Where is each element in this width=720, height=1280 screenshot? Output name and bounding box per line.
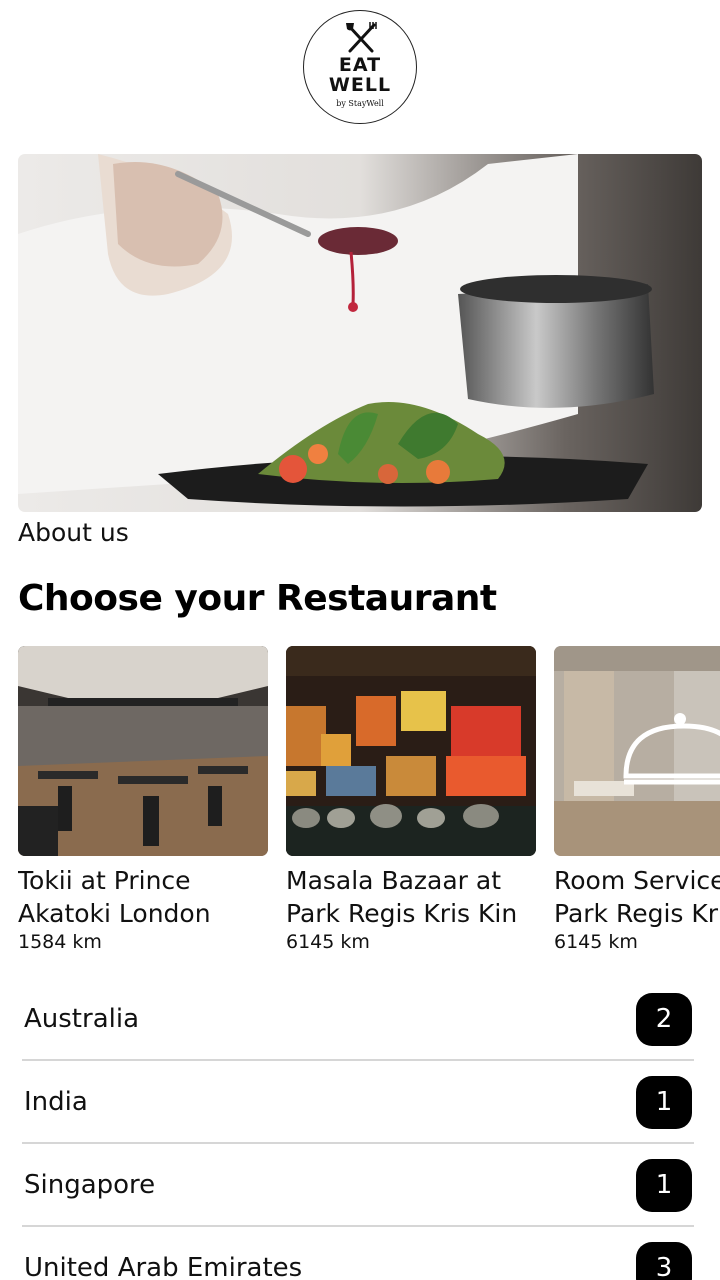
restaurant-distance: 6145 km [286,931,370,953]
restaurant-name-line2: Park Regis Kri [554,899,720,928]
count-badge: 1 [636,1076,692,1129]
country-name: India [24,1087,88,1117]
room-service-photo [554,646,720,856]
restaurant-name-line2: Akatoki London [18,899,211,928]
restaurant-interior-photo [18,646,268,856]
restaurant-card[interactable]: Masala Bazaar at Park Regis Kris Kin 614… [286,646,536,953]
count-badge: 2 [636,993,692,1046]
logo-well-text: WELL [328,74,392,96]
country-row-india[interactable]: India 1 [22,1061,694,1144]
restaurant-name: Masala Bazaar at [286,866,502,895]
country-name: Australia [24,1004,140,1034]
restaurant-card[interactable]: Room Service Park Regis Kri 6145 km [554,646,720,953]
restaurant-carousel[interactable]: Tokii at Prince Akatoki London 1584 km M… [18,646,720,966]
restaurant-distance: 1584 km [18,931,102,953]
eat-well-logo: EAT WELL by StayWell [303,10,417,124]
logo-eat-text: EAT [338,54,382,76]
country-row-uae[interactable]: United Arab Emirates 3 [22,1227,694,1280]
crossed-cutlery-icon [346,22,377,53]
about-us-link[interactable]: About us [18,518,129,547]
country-row-singapore[interactable]: Singapore 1 [22,1144,694,1227]
country-list: Australia 2 India 1 Singapore 1 United A… [22,978,694,1280]
country-name: United Arab Emirates [24,1253,303,1280]
restaurant-name: Tokii at Prince [18,866,191,895]
country-name: Singapore [24,1170,156,1200]
restaurant-name-line2: Park Regis Kris Kin [286,899,518,928]
count-badge: 3 [636,1242,692,1280]
colorful-art-wall-restaurant-photo [286,646,536,856]
restaurant-distance: 6145 km [554,931,638,953]
count-badge: 1 [636,1159,692,1212]
hero-image [18,154,702,512]
country-row-australia[interactable]: Australia 2 [22,978,694,1061]
logo-tagline: by StayWell [336,99,384,108]
restaurant-card[interactable]: Tokii at Prince Akatoki London 1584 km [18,646,268,953]
section-title: Choose your Restaurant [18,578,497,619]
restaurant-name: Room Service [554,866,720,895]
